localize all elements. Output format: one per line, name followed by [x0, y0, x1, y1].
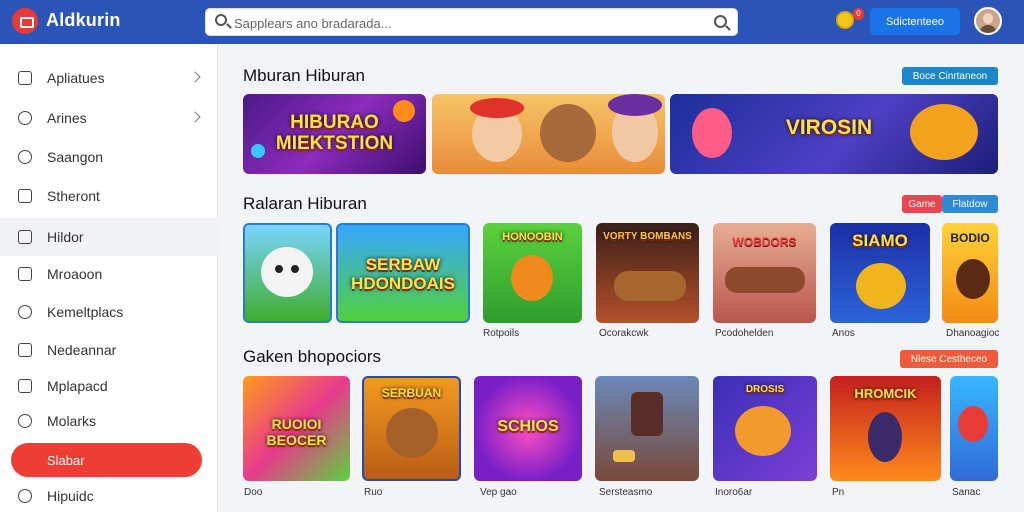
game-card-9[interactable]: SERBUAN — [362, 376, 461, 481]
section-2-filter-game-button[interactable]: Game — [902, 195, 942, 213]
game-caption: Sersteasmo — [599, 487, 653, 498]
game-card-4[interactable]: VORTY BOMBANS — [596, 223, 699, 323]
document-icon — [18, 379, 32, 393]
hexagon-icon — [18, 489, 32, 503]
cloud-icon — [18, 150, 32, 164]
sidebar-item-6[interactable]: Mroaoon — [0, 255, 218, 293]
home-icon — [18, 71, 32, 85]
list-icon — [18, 343, 32, 357]
sidebar-item-1[interactable]: Apliatues — [0, 59, 218, 97]
logo-icon[interactable] — [12, 8, 38, 34]
user-icon — [18, 305, 32, 319]
sidebar-item-label: Arines — [47, 110, 87, 126]
circle-icon — [18, 111, 32, 125]
coin-icon[interactable] — [836, 11, 854, 29]
game-title: SERBUAN — [381, 386, 442, 400]
game-card-13[interactable]: HROMCIK — [830, 376, 941, 481]
notification-badge: 0 — [853, 8, 864, 20]
sidebar-item-label: Kemeltplacs — [47, 304, 124, 320]
sidebar-item-9[interactable]: Mplapacd — [0, 367, 218, 405]
game-caption: Sanac — [952, 487, 981, 498]
game-card-10[interactable]: SCHIOS — [474, 376, 582, 481]
game-title: SERBAW HDONDOAIS — [351, 255, 455, 293]
game-card-3[interactable]: HONOOBIN — [483, 223, 582, 323]
sidebar-item-2[interactable]: Arines — [0, 99, 218, 137]
banner-title: HIBURAO MIEKTSTION — [275, 112, 394, 154]
section-1-action-button[interactable]: Boce Cinrtaneon — [902, 67, 998, 85]
game-caption: Anos — [832, 328, 855, 339]
game-card-14[interactable] — [950, 376, 998, 481]
game-card-1[interactable] — [243, 223, 332, 323]
section-2-filter-flatdow-button[interactable]: Flatdow — [942, 195, 998, 213]
game-caption: Pcodohelden — [715, 328, 774, 339]
game-title: WOBDORS — [732, 235, 797, 249]
game-title: VORTY BOMBANS — [603, 231, 692, 242]
top-bar: Aldkurin 0 Sdictenteeo — [0, 0, 1024, 44]
search-submit-icon[interactable] — [714, 15, 727, 28]
sidebar-item-label: Saangon — [47, 149, 104, 165]
sidebar-item-label: Mroaoon — [47, 266, 103, 282]
game-card-5[interactable]: WOBDORS — [713, 223, 816, 323]
sidebar-item-8[interactable]: Nedeannar — [0, 331, 218, 369]
game-title: SCHIOS — [497, 418, 559, 435]
section-title-popular: Ralaran Hiburan — [243, 194, 367, 213]
search-bar[interactable] — [205, 8, 738, 36]
game-caption: Ocorakcwk — [599, 328, 649, 339]
bookmark-icon — [18, 189, 32, 203]
banner-card-1[interactable]: HIBURAO MIEKTSTION — [243, 94, 426, 174]
sidebar: Apliatues Arines Saangon Stheront Hildor… — [0, 44, 218, 512]
sidebar-item-label: Hildor — [47, 229, 84, 245]
sidebar-item-active[interactable]: Slabar — [11, 443, 202, 477]
sidebar-item-label: Apliatues — [47, 70, 105, 86]
sidebar-item-label: Mplapacd — [47, 378, 108, 394]
game-card-8[interactable]: RUOIOI BEOCER — [243, 376, 350, 481]
game-card-11[interactable] — [595, 376, 699, 481]
chevron-right-icon — [189, 111, 201, 123]
sidebar-item-4[interactable]: Stheront — [0, 177, 218, 215]
section-title-recommended: Gaken bhopociors — [243, 347, 381, 366]
sidebar-item-label: Stheront — [47, 188, 100, 204]
sidebar-item-label: Molarks — [47, 413, 97, 429]
game-caption: Ruo — [364, 487, 383, 498]
chat-icon — [18, 414, 32, 428]
game-card-7[interactable]: BODIO — [942, 223, 998, 323]
sidebar-item-last[interactable]: Hipuidc — [0, 477, 218, 512]
sidebar-item-label: Nedeannar — [47, 342, 117, 358]
banner-card-2[interactable] — [432, 94, 665, 174]
banner-card-3[interactable]: VIROSIN — [670, 94, 998, 174]
game-caption: Pn — [832, 487, 845, 498]
chevron-right-icon — [189, 71, 201, 83]
search-icon — [215, 14, 227, 26]
app-name[interactable]: Aldkurin — [46, 10, 121, 31]
game-title: DROSIS — [745, 384, 785, 395]
section-title-featured: Mburan Hiburan — [243, 66, 365, 85]
game-card-2[interactable]: SERBAW HDONDOAIS — [336, 223, 470, 323]
sidebar-item-7[interactable]: Kemeltplacs — [0, 293, 218, 331]
game-title: BODIO — [950, 231, 990, 245]
sidebar-item-label: Hipuidc — [47, 488, 94, 504]
game-caption: Vep gao — [480, 487, 517, 498]
grid-icon — [18, 230, 32, 244]
game-caption: Rotpoils — [483, 328, 520, 339]
sidebar-item-10[interactable]: Molarks — [0, 402, 218, 440]
game-title: SIAMO — [852, 231, 908, 250]
banner-title: VIROSIN — [785, 116, 873, 139]
avatar[interactable] — [974, 7, 1002, 35]
game-card-12[interactable]: DROSIS — [713, 376, 817, 481]
section-3-action-button[interactable]: Nlese Cestheceo — [900, 350, 998, 368]
game-title: HROMCIK — [854, 386, 917, 401]
header-action-button[interactable]: Sdictenteeo — [870, 8, 960, 35]
square-icon — [18, 267, 32, 281]
search-input[interactable] — [234, 13, 704, 33]
game-caption: Dhanoagioc — [946, 328, 1000, 339]
sidebar-item-3[interactable]: Saangon — [0, 138, 218, 176]
sidebar-item-5[interactable]: Hildor — [0, 218, 218, 256]
game-title: RUOIOI BEOCER — [266, 416, 327, 448]
game-caption: Inoro6ar — [715, 487, 753, 498]
game-caption: Doo — [244, 487, 263, 498]
game-title: HONOOBIN — [502, 231, 563, 243]
game-card-6[interactable]: SIAMO — [830, 223, 930, 323]
